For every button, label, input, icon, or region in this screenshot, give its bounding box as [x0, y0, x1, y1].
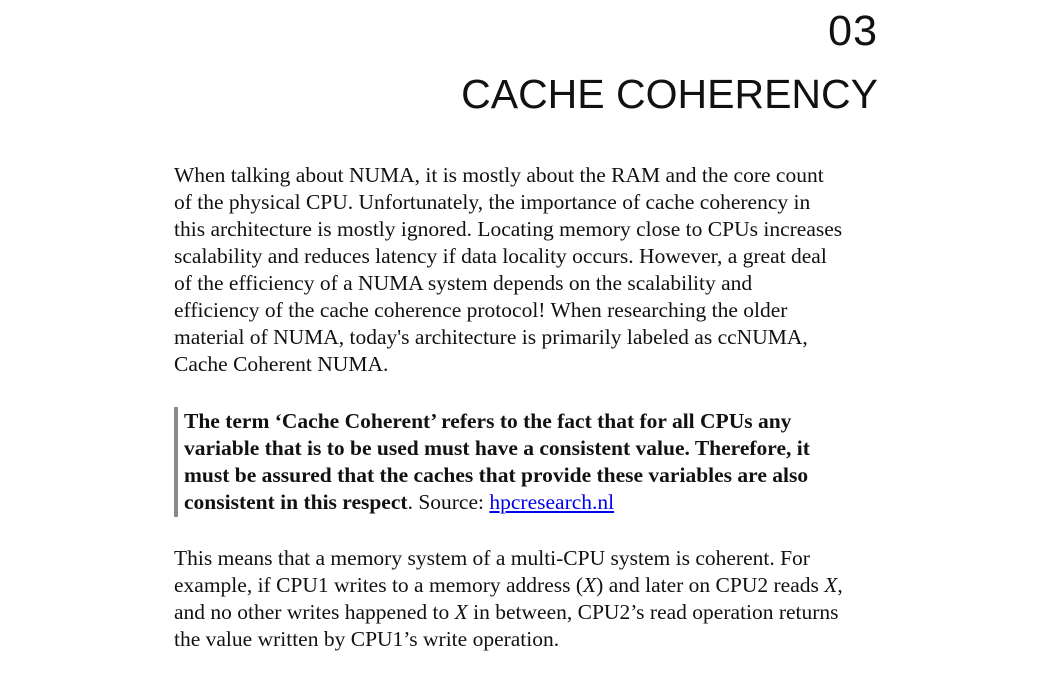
- chapter-title: CACHE COHERENCY: [461, 71, 878, 117]
- text-line: material of NUMA, today's architecture i…: [174, 325, 808, 349]
- text-segment: ,: [837, 573, 843, 597]
- coherence-paragraph: This means that a memory system of a mul…: [174, 545, 878, 653]
- text-line: this architecture is mostly ignored. Loc…: [174, 217, 843, 241]
- quote-source-line: consistent in this respect. Source: hpcr…: [184, 489, 874, 516]
- text-line: This means that a memory system of a mul…: [174, 546, 810, 570]
- variable-x: X: [583, 573, 597, 597]
- text-line: and no other writes happened to X in bet…: [174, 599, 878, 626]
- text-line: efficiency of the cache coherence protoc…: [174, 298, 788, 322]
- variable-x: X: [454, 600, 468, 624]
- source-link[interactable]: hpcresearch.nl: [489, 490, 614, 514]
- source-prefix: . Source:: [407, 490, 490, 514]
- text-line: the value written by CPU1’s write operat…: [174, 627, 560, 651]
- intro-paragraph: When talking about NUMA, it is mostly ab…: [174, 162, 878, 378]
- text-segment: ) and later on CPU2 reads: [596, 573, 825, 597]
- quote-line: The term ‘Cache Coherent’ refers to the …: [184, 409, 792, 433]
- text-line: scalability and reduces latency if data …: [174, 244, 827, 268]
- definition-blockquote: The term ‘Cache Coherent’ refers to the …: [174, 407, 874, 517]
- text-segment: example, if CPU1 writes to a memory addr…: [174, 573, 584, 597]
- variable-x: X: [824, 573, 838, 597]
- chapter-number: 03: [828, 7, 878, 55]
- text-line: Cache Coherent NUMA.: [174, 352, 389, 376]
- quote-line: must be assured that the caches that pro…: [184, 463, 809, 487]
- text-segment: in between, CPU2’s read operation return…: [467, 600, 839, 624]
- text-line: When talking about NUMA, it is mostly ab…: [174, 163, 824, 187]
- text-line: of the efficiency of a NUMA system depen…: [174, 271, 753, 295]
- text-line: of the physical CPU. Unfortunately, the …: [174, 190, 811, 214]
- quote-line: consistent in this respect: [184, 490, 408, 514]
- text-segment: and no other writes happened to: [174, 600, 455, 624]
- text-line: example, if CPU1 writes to a memory addr…: [174, 572, 878, 599]
- quote-line: variable that is to be used must have a …: [184, 436, 810, 460]
